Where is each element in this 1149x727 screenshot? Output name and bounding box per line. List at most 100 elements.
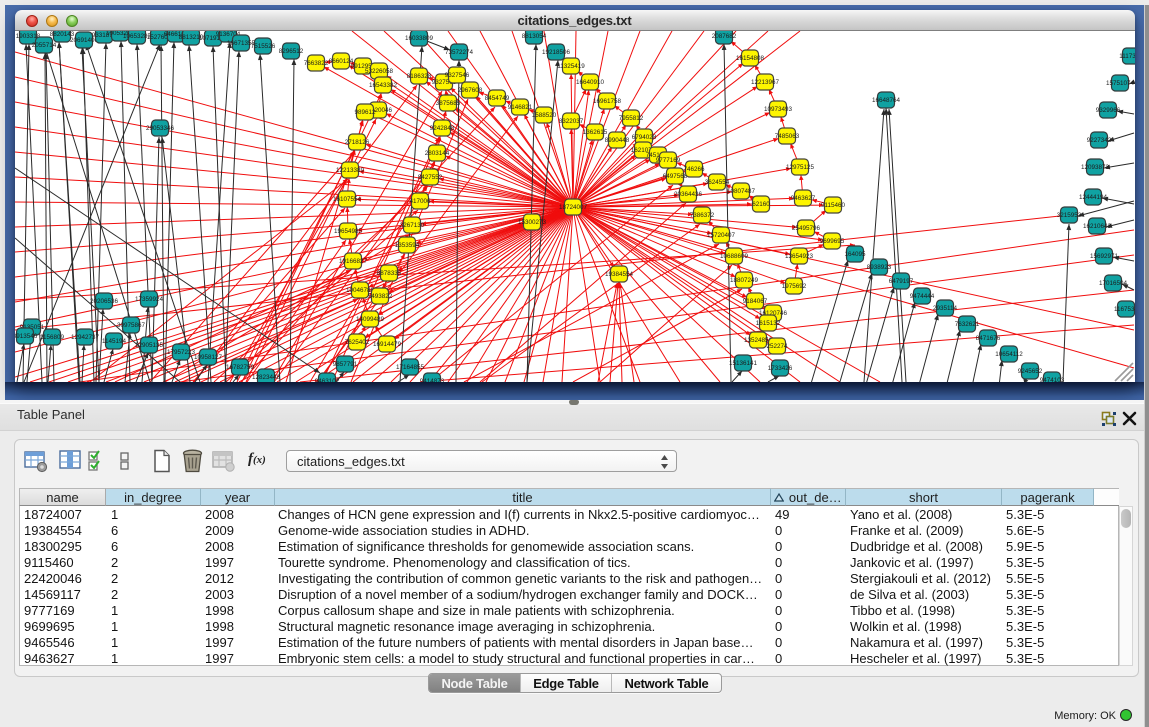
svg-text:3267130: 3267130 <box>400 222 425 229</box>
svg-text:16033809: 16033809 <box>405 35 434 42</box>
svg-text:15300273: 15300273 <box>518 219 547 226</box>
svg-text:9184067: 9184067 <box>743 298 768 305</box>
svg-text:7632621: 7632621 <box>955 321 980 328</box>
svg-text:17957223: 17957223 <box>167 349 196 356</box>
svg-text:9115460: 9115460 <box>821 202 846 209</box>
svg-text:1167534: 1167534 <box>1114 306 1135 313</box>
svg-text:17359924: 17359924 <box>135 296 164 303</box>
svg-text:2087682: 2087682 <box>712 33 737 40</box>
svg-text:9777169: 9777169 <box>656 157 681 164</box>
svg-text:16107554: 16107554 <box>333 196 362 203</box>
svg-text:1156809: 1156809 <box>40 334 65 341</box>
svg-text:3215953: 3215953 <box>1057 212 1082 219</box>
svg-text:2803144: 2803144 <box>425 150 450 157</box>
svg-text:14099489: 14099489 <box>356 316 385 323</box>
svg-text:16154808: 16154808 <box>736 55 765 62</box>
svg-text:2935114: 2935114 <box>933 305 958 312</box>
svg-text:2718126: 2718126 <box>345 139 370 146</box>
svg-text:9329966: 9329966 <box>1096 107 1121 114</box>
svg-text:16961758: 16961758 <box>593 98 622 105</box>
svg-text:12213967: 12213967 <box>751 79 780 86</box>
svg-text:6479197: 6479197 <box>889 278 914 285</box>
svg-text:3875685: 3875685 <box>436 100 461 107</box>
svg-text:2967608: 2967608 <box>458 87 483 94</box>
svg-text:9474444: 9474444 <box>910 293 935 300</box>
svg-text:62160: 62160 <box>752 201 770 208</box>
svg-text:12213389: 12213389 <box>336 167 365 174</box>
svg-text:9699695: 9699695 <box>820 238 845 245</box>
svg-text:18807249: 18807249 <box>730 277 759 284</box>
svg-text:9227342: 9227342 <box>1087 137 1112 144</box>
svg-text:8322037: 8322037 <box>559 118 584 125</box>
svg-text:9245652: 9245652 <box>1018 368 1043 375</box>
svg-text:7485063: 7485063 <box>775 133 800 140</box>
svg-text:1975692: 1975692 <box>782 283 807 290</box>
svg-text:5493822: 5493822 <box>368 293 393 300</box>
svg-text:15720407: 15720407 <box>707 232 736 239</box>
svg-text:15751074: 15751074 <box>1106 80 1135 87</box>
svg-text:8427552: 8427552 <box>418 174 443 181</box>
svg-text:19166827: 19166827 <box>339 258 368 265</box>
svg-text:8454749: 8454749 <box>485 95 510 102</box>
svg-text:16648764: 16648764 <box>872 97 901 104</box>
svg-text:1353594: 1353594 <box>395 242 420 249</box>
svg-text:19218506: 19218506 <box>542 49 571 56</box>
svg-text:9327546: 9327546 <box>445 72 470 79</box>
svg-text:15692971: 15692971 <box>1090 253 1119 260</box>
svg-text:8878335: 8878335 <box>377 270 402 277</box>
svg-text:8186328: 8186328 <box>407 73 432 80</box>
svg-text:12444194: 12444194 <box>1079 194 1108 201</box>
svg-text:8990448: 8990448 <box>605 137 630 144</box>
svg-text:16782759: 16782759 <box>226 364 255 371</box>
svg-text:20206536: 20206536 <box>90 298 119 305</box>
svg-text:417006: 417006 <box>409 198 431 205</box>
svg-text:1588520: 1588520 <box>532 112 557 119</box>
svg-text:9146821: 9146821 <box>508 104 533 111</box>
svg-text:11325419: 11325419 <box>557 63 585 70</box>
svg-text:3913546: 3913546 <box>15 333 38 340</box>
svg-text:10654112: 10654112 <box>995 351 1023 358</box>
svg-text:73572274: 73572274 <box>445 49 474 56</box>
svg-text:12942737: 12942737 <box>71 334 100 341</box>
svg-text:164095: 164095 <box>844 251 866 258</box>
svg-text:10688609: 10688609 <box>720 253 749 260</box>
svg-text:10807487: 10807487 <box>727 188 756 195</box>
svg-text:989612: 989612 <box>354 109 376 116</box>
svg-text:12975125: 12975125 <box>786 164 815 171</box>
svg-text:10973493: 10973493 <box>764 106 793 113</box>
svg-text:9474103: 9474103 <box>1040 377 1065 382</box>
svg-text:9463627: 9463627 <box>791 195 816 202</box>
svg-text:9414873: 9414873 <box>420 378 445 382</box>
svg-text:2055714: 2055714 <box>32 42 57 49</box>
svg-text:12823448: 12823448 <box>252 374 281 381</box>
svg-text:6497568: 6497568 <box>663 173 688 180</box>
svg-text:7515526: 7515526 <box>251 43 276 50</box>
svg-text:9242848: 9242848 <box>430 125 455 132</box>
svg-text:20364436: 20364436 <box>674 191 703 198</box>
svg-text:16210643: 16210643 <box>1083 223 1112 230</box>
svg-text:19654985: 19654985 <box>334 228 363 235</box>
svg-text:9857791: 9857791 <box>333 361 358 368</box>
svg-text:6794028: 6794028 <box>632 134 657 141</box>
svg-text:17164855: 17164855 <box>396 364 425 371</box>
svg-text:25495796: 25495796 <box>792 225 821 232</box>
svg-text:53226058: 53226058 <box>365 68 394 75</box>
svg-text:17016504: 17016504 <box>1099 280 1128 287</box>
svg-text:7663822: 7663822 <box>304 60 329 67</box>
svg-text:13654923: 13654923 <box>785 253 814 260</box>
svg-text:9463102: 9463102 <box>315 378 340 382</box>
svg-text:746266: 746266 <box>683 166 705 173</box>
svg-text:8471676: 8471676 <box>976 335 1001 342</box>
svg-text:1145194: 1145194 <box>102 338 127 345</box>
svg-text:30975867: 30975867 <box>117 322 146 329</box>
svg-text:29053346: 29053346 <box>146 125 175 132</box>
svg-text:7955812: 7955812 <box>619 115 644 122</box>
svg-text:16543382: 16543382 <box>369 82 398 89</box>
svg-text:1362615: 1362615 <box>583 129 608 136</box>
svg-text:15136141: 15136141 <box>729 360 758 367</box>
svg-text:3624554: 3624554 <box>705 179 730 186</box>
svg-text:16640910: 16640910 <box>576 79 605 86</box>
svg-text:16914479: 16914479 <box>373 341 402 348</box>
svg-text:12905135: 12905135 <box>135 342 164 349</box>
svg-text:19384554: 19384554 <box>605 271 634 278</box>
